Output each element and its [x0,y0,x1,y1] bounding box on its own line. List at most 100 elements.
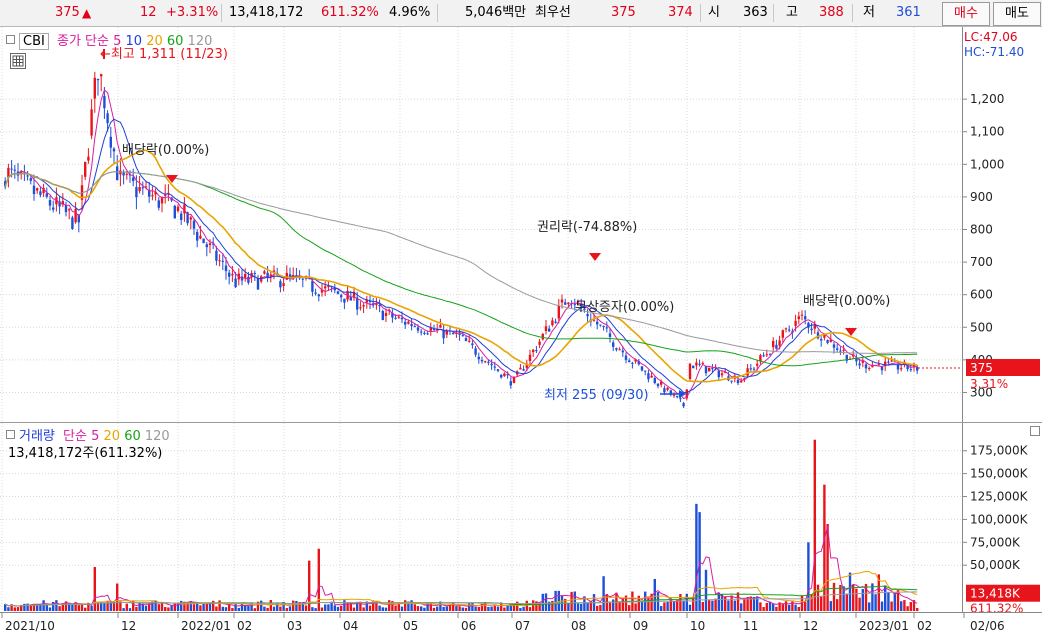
best-bid: 374 [668,5,693,20]
volume-bar [829,601,832,611]
volume-bar [916,607,919,611]
x-tick-label: 02/06 [970,619,1005,633]
volume-bar [90,605,93,611]
volume-bar [496,606,500,611]
candle-body [426,333,429,335]
volume-bar [848,572,852,611]
candle-body [820,339,823,341]
price-legend-prefix: 종가 단순 [56,34,109,49]
price-change: 12 [140,5,157,20]
candle-body [900,368,903,370]
grid-icon[interactable] [10,53,26,69]
buy-button[interactable]: 매수 [942,2,990,26]
volume-bar [816,584,820,611]
volume-bar [416,606,420,611]
stock-code[interactable]: CBI [19,33,49,50]
candle-body [503,373,506,377]
candle-body [164,194,167,196]
x-tick-label: 2022/01 [181,619,231,633]
volume-bar [768,601,772,611]
candle-body [301,278,304,280]
current-volume-tag: 13,418K [970,587,1021,601]
candle-body [410,323,413,327]
panel-menu-icon[interactable] [6,35,15,44]
candle-body [394,317,397,319]
volume-bar [685,593,688,611]
candle-body [151,195,154,197]
candle-body [535,350,538,352]
volume-bar [477,606,480,611]
candle-body [564,302,567,305]
volume-y-label: 75,000K [970,535,1021,549]
sell-button[interactable]: 매도 [993,2,1041,26]
candle-body [221,260,224,262]
volume-bar [727,600,730,611]
volume-bar [666,602,669,611]
volume-bar [880,601,884,611]
candle-body [32,185,36,195]
volume-bar [288,606,292,611]
candle-body [887,361,890,363]
volume-bar [231,608,234,611]
panel-menu-icon[interactable] [6,430,15,439]
volume-bar [71,604,74,611]
turnover: 4.96% [389,5,431,20]
candle-body [695,362,698,366]
volume-bar [263,606,266,611]
candle-body [778,340,781,346]
volume-bar [653,578,656,611]
volume-bar [314,608,317,611]
high-price: 388 [819,5,844,20]
volume-bar [388,600,391,611]
volume-bar [224,607,228,611]
candle-body [749,368,752,370]
volume-bar [890,601,893,611]
volume-bar [260,600,263,611]
candle-body [464,338,468,342]
price-chart[interactable]: 1,2001,1001,000900800700600500400300←최고 … [0,27,1042,422]
volume-bar [695,503,698,611]
ex-dividend-annotation-1: 배당락(0.00%) [122,143,209,158]
volume-bar [266,607,269,611]
candle-body [180,213,183,220]
candle-body [68,209,71,211]
volume-ratio: 611.32% [321,5,379,20]
candle-body [682,403,685,407]
candle-body [704,366,708,374]
candle-body [192,220,196,229]
candle-body [599,324,602,326]
volume-bar [173,603,176,611]
high-annotation: ←최고 1,311 (11/23) [100,47,228,62]
volume-bar [336,606,340,611]
candle-body [279,281,282,288]
volume-bar [701,601,704,611]
panel-close-icon[interactable] [1030,426,1040,436]
candle-body [311,281,314,292]
price-chart-panel[interactable]: 1,2001,1001,000900800700600500400300←최고 … [0,27,1042,422]
candle-body [532,349,535,353]
volume-bar [490,606,493,611]
candle-body [253,273,256,275]
candle-body [468,340,471,342]
candle-body [109,136,112,148]
volume-bar [487,606,490,611]
volume-bar [423,607,426,611]
volume-bar [557,590,560,611]
volume-bar [397,603,400,611]
candle-body [496,369,500,371]
volume-bar [711,600,714,611]
candle-body [708,367,711,372]
volume-bar [362,607,365,611]
candle-body [93,77,96,99]
price-change-pct: +3.31% [166,5,219,20]
volume-bar [192,604,196,611]
price-y-label: 500 [970,320,993,334]
volume-bar [679,594,682,611]
candle-body [416,327,420,331]
candle-body [324,286,327,289]
ma10-label: 10 [125,34,143,49]
volume-chart-panel[interactable]: 175,000K 150,000K 125,000K 100,000K 75,000K 5… [0,422,1042,616]
x-axis: 2021/10 12 2022/01 02 03 04 05 06 07 08 09 10 11 12 20… [0,612,1042,640]
candle-body [858,363,861,366]
candle-body [176,206,180,212]
